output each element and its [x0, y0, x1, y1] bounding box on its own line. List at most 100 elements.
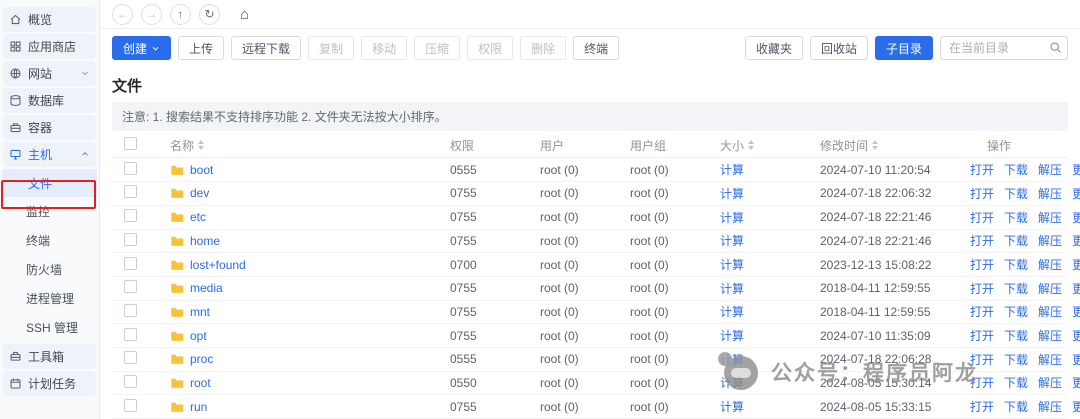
file-name-link[interactable]: home — [190, 234, 220, 248]
row-checkbox[interactable] — [124, 209, 137, 222]
calc-size-link[interactable]: 计算 — [720, 258, 744, 272]
file-name-link[interactable]: lost+found — [190, 258, 246, 272]
more-link[interactable]: 更多 — [1072, 232, 1080, 249]
up-button[interactable]: ↑ — [170, 4, 191, 25]
more-link[interactable]: 更多 — [1072, 161, 1080, 178]
row-checkbox[interactable] — [124, 162, 137, 175]
home-button[interactable]: ⌂ — [240, 6, 249, 23]
back-button[interactable]: ← — [112, 4, 133, 25]
more-link[interactable]: 更多 — [1072, 209, 1080, 226]
more-link[interactable]: 更多 — [1072, 398, 1080, 415]
forward-button[interactable]: → — [141, 4, 162, 25]
header-name[interactable]: 名称 — [170, 137, 450, 154]
sidebar-item-monitor[interactable]: 监控 — [0, 197, 99, 226]
row-checkbox[interactable] — [124, 304, 137, 317]
delete-button[interactable]: 删除 — [520, 36, 566, 60]
extract-link[interactable]: 解压 — [1038, 398, 1062, 415]
more-link[interactable]: 更多 — [1072, 280, 1080, 297]
refresh-button[interactable]: ↻ — [199, 4, 220, 25]
terminal-button[interactable]: 终端 — [573, 36, 619, 60]
download-link[interactable]: 下载 — [1004, 327, 1028, 344]
calc-size-link[interactable]: 计算 — [720, 305, 744, 319]
open-link[interactable]: 打开 — [970, 351, 994, 368]
create-button[interactable]: 创建 — [112, 36, 171, 60]
file-name-link[interactable]: proc — [190, 352, 213, 366]
open-link[interactable]: 打开 — [970, 256, 994, 273]
open-link[interactable]: 打开 — [970, 280, 994, 297]
download-link[interactable]: 下载 — [1004, 232, 1028, 249]
file-name-link[interactable]: opt — [190, 329, 207, 343]
recycle-bin-button[interactable]: 回收站 — [810, 36, 868, 60]
extract-link[interactable]: 解压 — [1038, 303, 1062, 320]
header-size[interactable]: 大小 — [720, 137, 820, 154]
more-link[interactable]: 更多 — [1072, 185, 1080, 202]
more-link[interactable]: 更多 — [1072, 303, 1080, 320]
calc-size-link[interactable]: 计算 — [720, 187, 744, 201]
sidebar-item-files[interactable]: 文件 — [2, 169, 97, 197]
sidebar-item-website[interactable]: 网站 — [3, 61, 96, 86]
sort-icon[interactable] — [198, 140, 204, 150]
download-link[interactable]: 下载 — [1004, 256, 1028, 273]
open-link[interactable]: 打开 — [970, 327, 994, 344]
more-link[interactable]: 更多 — [1072, 327, 1080, 344]
download-link[interactable]: 下载 — [1004, 161, 1028, 178]
row-checkbox[interactable] — [124, 328, 137, 341]
sort-icon[interactable] — [872, 140, 878, 150]
extract-link[interactable]: 解压 — [1038, 185, 1062, 202]
sidebar-item-process[interactable]: 进程管理 — [0, 284, 99, 313]
extract-link[interactable]: 解压 — [1038, 256, 1062, 273]
search-icon[interactable] — [1049, 41, 1062, 57]
file-name-link[interactable]: run — [190, 400, 207, 414]
compress-button[interactable]: 压缩 — [414, 36, 460, 60]
row-checkbox[interactable] — [124, 233, 137, 246]
file-name-link[interactable]: dev — [190, 186, 209, 200]
sidebar-item-appstore[interactable]: 应用商店 — [3, 34, 96, 59]
sidebar-item-cron[interactable]: 计划任务 — [3, 371, 96, 396]
row-checkbox[interactable] — [124, 257, 137, 270]
extract-link[interactable]: 解压 — [1038, 161, 1062, 178]
extract-link[interactable]: 解压 — [1038, 351, 1062, 368]
extract-link[interactable]: 解压 — [1038, 280, 1062, 297]
calc-size-link[interactable]: 计算 — [720, 353, 744, 367]
open-link[interactable]: 打开 — [970, 209, 994, 226]
sort-icon[interactable] — [748, 140, 754, 150]
select-all-checkbox[interactable] — [124, 137, 137, 150]
open-link[interactable]: 打开 — [970, 161, 994, 178]
row-checkbox[interactable] — [124, 399, 137, 412]
download-link[interactable]: 下载 — [1004, 374, 1028, 391]
favorites-button[interactable]: 收藏夹 — [745, 36, 803, 60]
upload-button[interactable]: 上传 — [178, 36, 224, 60]
sidebar-item-ssh[interactable]: SSH 管理 — [0, 313, 99, 342]
extract-link[interactable]: 解压 — [1038, 327, 1062, 344]
download-link[interactable]: 下载 — [1004, 351, 1028, 368]
download-link[interactable]: 下载 — [1004, 209, 1028, 226]
sidebar-item-firewall[interactable]: 防火墙 — [0, 255, 99, 284]
subdirectory-button[interactable]: 子目录 — [875, 36, 933, 60]
sidebar-item-toolbox[interactable]: 工具箱 — [3, 344, 96, 369]
row-checkbox[interactable] — [124, 185, 137, 198]
permission-button[interactable]: 权限 — [467, 36, 513, 60]
calc-size-link[interactable]: 计算 — [720, 400, 744, 414]
extract-link[interactable]: 解压 — [1038, 374, 1062, 391]
download-link[interactable]: 下载 — [1004, 280, 1028, 297]
sidebar-item-terminal[interactable]: 终端 — [0, 226, 99, 255]
copy-button[interactable]: 复制 — [308, 36, 354, 60]
download-link[interactable]: 下载 — [1004, 303, 1028, 320]
sidebar-item-database[interactable]: 数据库 — [3, 88, 96, 113]
calc-size-link[interactable]: 计算 — [720, 163, 744, 177]
download-link[interactable]: 下载 — [1004, 185, 1028, 202]
open-link[interactable]: 打开 — [970, 303, 994, 320]
sidebar-item-host[interactable]: 主机 — [3, 142, 96, 167]
extract-link[interactable]: 解压 — [1038, 209, 1062, 226]
file-name-link[interactable]: root — [190, 376, 211, 390]
header-mtime[interactable]: 修改时间 — [820, 137, 970, 154]
more-link[interactable]: 更多 — [1072, 256, 1080, 273]
file-name-link[interactable]: media — [190, 281, 223, 295]
more-link[interactable]: 更多 — [1072, 351, 1080, 368]
move-button[interactable]: 移动 — [361, 36, 407, 60]
file-name-link[interactable]: etc — [190, 210, 206, 224]
open-link[interactable]: 打开 — [970, 232, 994, 249]
calc-size-link[interactable]: 计算 — [720, 376, 744, 390]
file-name-link[interactable]: boot — [190, 163, 213, 177]
row-checkbox[interactable] — [124, 351, 137, 364]
